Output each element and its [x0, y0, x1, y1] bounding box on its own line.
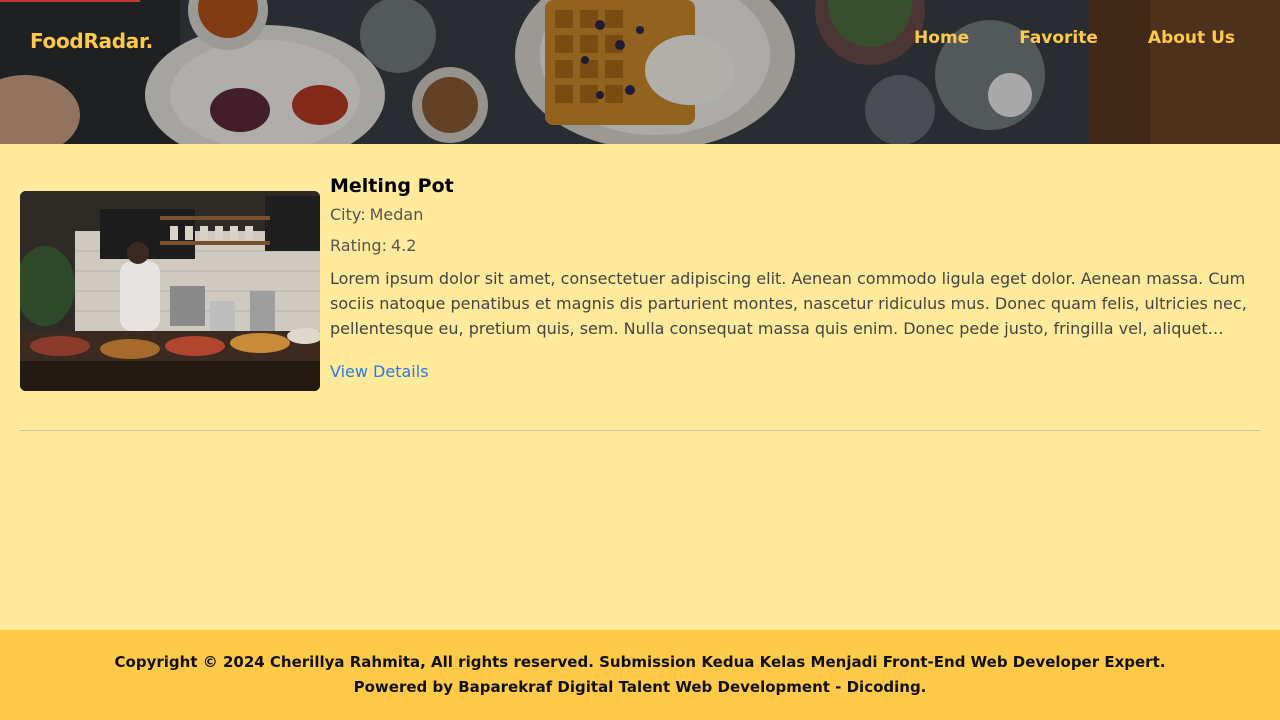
nav-favorite-link[interactable]: Favorite [1019, 28, 1098, 48]
rating-value: 4.2 [390, 236, 417, 255]
main-nav: Home Favorite About Us [914, 28, 1235, 48]
restaurant-description: Lorem ipsum dolor sit amet, consectetuer… [330, 269, 1247, 338]
restaurant-thumbnail [20, 191, 320, 391]
restaurant-rating: Rating: 4.2 [330, 235, 1260, 256]
top-accent-bar [0, 0, 140, 2]
city-value: Medan [369, 205, 424, 224]
footer-powered-by: Powered by Baparekraf Digital Talent Web… [353, 678, 927, 696]
page-footer: Copyright © 2024 Cherillya Rahmita, All … [0, 630, 1280, 720]
hero-header: FoodRadar. Home Favorite About Us [0, 0, 1280, 144]
restaurant-city: City: Medan [330, 204, 1260, 225]
city-label: City: [330, 205, 366, 224]
brand-logo[interactable]: FoodRadar. [30, 29, 153, 53]
restaurant-card: Melting Pot City: Medan Rating: 4.2 Lorem … [20, 174, 1260, 391]
hero-overlay [0, 0, 1280, 144]
nav-about-us-link[interactable]: About Us [1148, 28, 1235, 48]
nav-home-link[interactable]: Home [914, 28, 969, 48]
card-divider [20, 430, 1260, 431]
restaurant-name: Melting Pot [330, 175, 454, 197]
main-content: Melting Pot City: Medan Rating: 4.2 Lorem … [0, 144, 1280, 630]
view-details-link[interactable]: View Details [330, 362, 429, 381]
restaurant-info: Melting Pot City: Medan Rating: 4.2 Lorem … [330, 174, 1260, 391]
footer-copyright: Copyright © 2024 Cherillya Rahmita, All … [114, 653, 1166, 671]
rating-label: Rating: [330, 236, 387, 255]
restaurant-photo [20, 191, 320, 391]
